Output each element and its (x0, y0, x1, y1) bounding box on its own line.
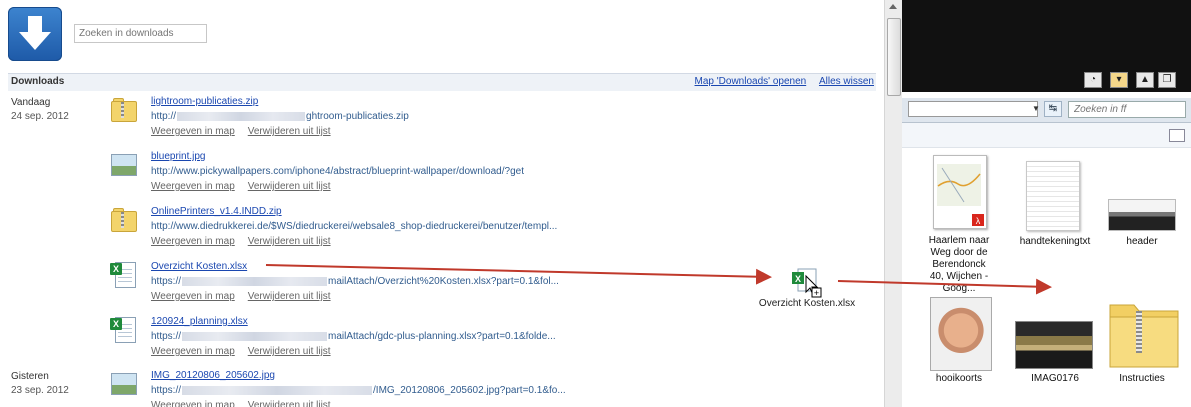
downloads-page: Downloads Map 'Downloads' openen Alles w… (0, 0, 884, 407)
download-file-name[interactable]: lightroom-publicaties.zip (151, 96, 258, 107)
remove-from-list-link[interactable]: Verwijderen uit lijst (248, 346, 331, 357)
map-pdf-thumbnail: λ (933, 155, 987, 229)
download-item: OnlinePrinters_v1.4.INDD.zip http://www.… (110, 206, 670, 256)
scrollbar-thumb[interactable] (887, 18, 901, 96)
download-item: X 120924_planning.xlsx https://mailAttac… (110, 316, 670, 366)
download-file-name[interactable]: OnlinePrinters_v1.4.INDD.zip (151, 206, 282, 217)
date-group-day: Gisteren (11, 371, 49, 382)
refresh-icon[interactable]: ↹ (1044, 101, 1062, 117)
download-item: IMG_20120806_205602.jpg https:///IMG_201… (110, 370, 670, 407)
zip-file-icon (110, 206, 137, 232)
date-group-today: Vandaag 24 sep. 2012 (11, 96, 69, 124)
file-tile[interactable]: handtekeningtxt (1015, 155, 1095, 255)
svg-text:+: + (814, 288, 819, 298)
download-url: http://www.pickywallpapers.com/iphone4/a… (151, 166, 524, 177)
remove-from-list-link[interactable]: Verwijderen uit lijst (248, 291, 331, 302)
downloads-logo-icon (8, 7, 62, 61)
downloads-scrollbar[interactable] (884, 0, 902, 407)
download-file-name[interactable]: Overzicht Kosten.xlsx (151, 261, 247, 272)
download-item: lightroom-publicaties.zip http://ghtroom… (110, 96, 670, 146)
date-group-date: 24 sep. 2012 (11, 111, 69, 122)
clear-all-link[interactable]: Alles wissen (819, 76, 874, 87)
download-url: https://mailAttach/Overzicht%20Kosten.xl… (151, 276, 559, 287)
file-name: handtekeningtxt (1019, 236, 1091, 247)
date-group-day: Vandaag (11, 97, 51, 108)
show-in-folder-link[interactable]: Weergeven in map (151, 126, 235, 137)
svg-text:X: X (795, 274, 801, 284)
download-url: http://ghtroom-publicaties.zip (151, 111, 409, 122)
explorer-command-bar (902, 123, 1191, 148)
scroll-up-arrow-icon[interactable] (889, 4, 897, 9)
view-options-icon[interactable] (1169, 129, 1185, 142)
download-url: http://www.diedrukkerei.de/$WS/diedrucke… (151, 221, 558, 232)
address-bar: ▼ ↹ (902, 98, 1191, 123)
file-name: Instructies (1119, 373, 1165, 384)
download-file-name[interactable]: blueprint.jpg (151, 151, 205, 162)
toolbar-icon-a[interactable]: ◔ (1084, 72, 1102, 88)
download-file-name[interactable]: 120924_planning.xlsx (151, 316, 248, 327)
date-group-yesterday: Gisteren 23 sep. 2012 (11, 370, 69, 398)
dragged-excel-file-icon: X + (792, 268, 822, 298)
file-name: Haarlem naar Weg door de Berendonck 40, … (928, 235, 990, 294)
file-tile[interactable]: IMAG0176 (1015, 295, 1095, 395)
date-group-date: 23 sep. 2012 (11, 385, 69, 396)
download-url: https:///IMG_20120806_205602.jpg?part=0.… (151, 385, 566, 396)
remove-from-list-link[interactable]: Verwijderen uit lijst (248, 236, 331, 247)
address-dropdown-icon[interactable]: ▼ (1030, 101, 1042, 117)
file-tile[interactable]: λ Haarlem naar Weg door de Berendonck 40… (924, 155, 994, 294)
image-file-icon (110, 151, 137, 177)
zip-folder-icon (1109, 304, 1179, 368)
map-thumbnail-icon: λ (937, 164, 984, 226)
drag-ghost: X + Overzicht Kosten.xlsx (752, 268, 862, 312)
address-field[interactable] (908, 101, 1038, 117)
download-item: X Overzicht Kosten.xlsx https://mailAtta… (110, 261, 670, 311)
excel-file-icon: X (110, 261, 136, 288)
text-document-thumbnail (1026, 161, 1080, 231)
excel-file-icon: X (110, 316, 136, 343)
explorer-search-input[interactable] (1068, 101, 1186, 118)
download-file-name[interactable]: IMG_20120806_205602.jpg (151, 370, 275, 381)
downloads-section-header: Downloads Map 'Downloads' openen Alles w… (8, 73, 876, 91)
photo-thumbnail (930, 297, 992, 371)
download-url: https://mailAttach/gdc-plus-planning.xls… (151, 331, 556, 342)
file-name: IMAG0176 (1031, 373, 1079, 384)
toolbar-icon-b[interactable]: ▾ (1110, 72, 1128, 88)
file-tile[interactable]: Instructies (1102, 295, 1182, 395)
zip-file-icon (110, 96, 137, 122)
open-downloads-folder-link[interactable]: Map 'Downloads' openen (695, 76, 807, 87)
remove-from-list-link[interactable]: Verwijderen uit lijst (248, 181, 331, 192)
file-tile[interactable]: hooikoorts (924, 295, 994, 395)
toolbar-up-icon[interactable]: ▲ (1136, 72, 1154, 88)
file-tile[interactable]: header (1102, 155, 1182, 255)
download-item: blueprint.jpg http://www.pickywallpapers… (110, 151, 670, 201)
show-in-folder-link[interactable]: Weergeven in map (151, 181, 235, 192)
toolbar-window-icon[interactable]: ❐ (1158, 72, 1176, 88)
show-in-folder-link[interactable]: Weergeven in map (151, 346, 235, 357)
file-name: header (1126, 236, 1158, 247)
section-title: Downloads (11, 76, 65, 87)
remove-from-list-link[interactable]: Verwijderen uit lijst (248, 126, 331, 137)
show-in-folder-link[interactable]: Weergeven in map (151, 236, 235, 247)
file-explorer-window: ◔ ▾ ▲ ❐ ▼ ↹ λ Haarlem naar Weg door de B… (902, 0, 1191, 407)
svg-text:λ: λ (976, 216, 981, 226)
remove-from-list-link[interactable]: Verwijderen uit lijst (248, 400, 331, 407)
show-in-folder-link[interactable]: Weergeven in map (151, 400, 235, 407)
drag-label: Overzicht Kosten.xlsx (758, 298, 856, 309)
image-file-icon (110, 370, 137, 396)
photo-thumbnail (1108, 199, 1176, 231)
show-in-folder-link[interactable]: Weergeven in map (151, 291, 235, 302)
file-name: hooikoorts (935, 373, 983, 384)
search-downloads-input[interactable] (74, 24, 207, 43)
photo-thumbnail (1015, 321, 1093, 369)
